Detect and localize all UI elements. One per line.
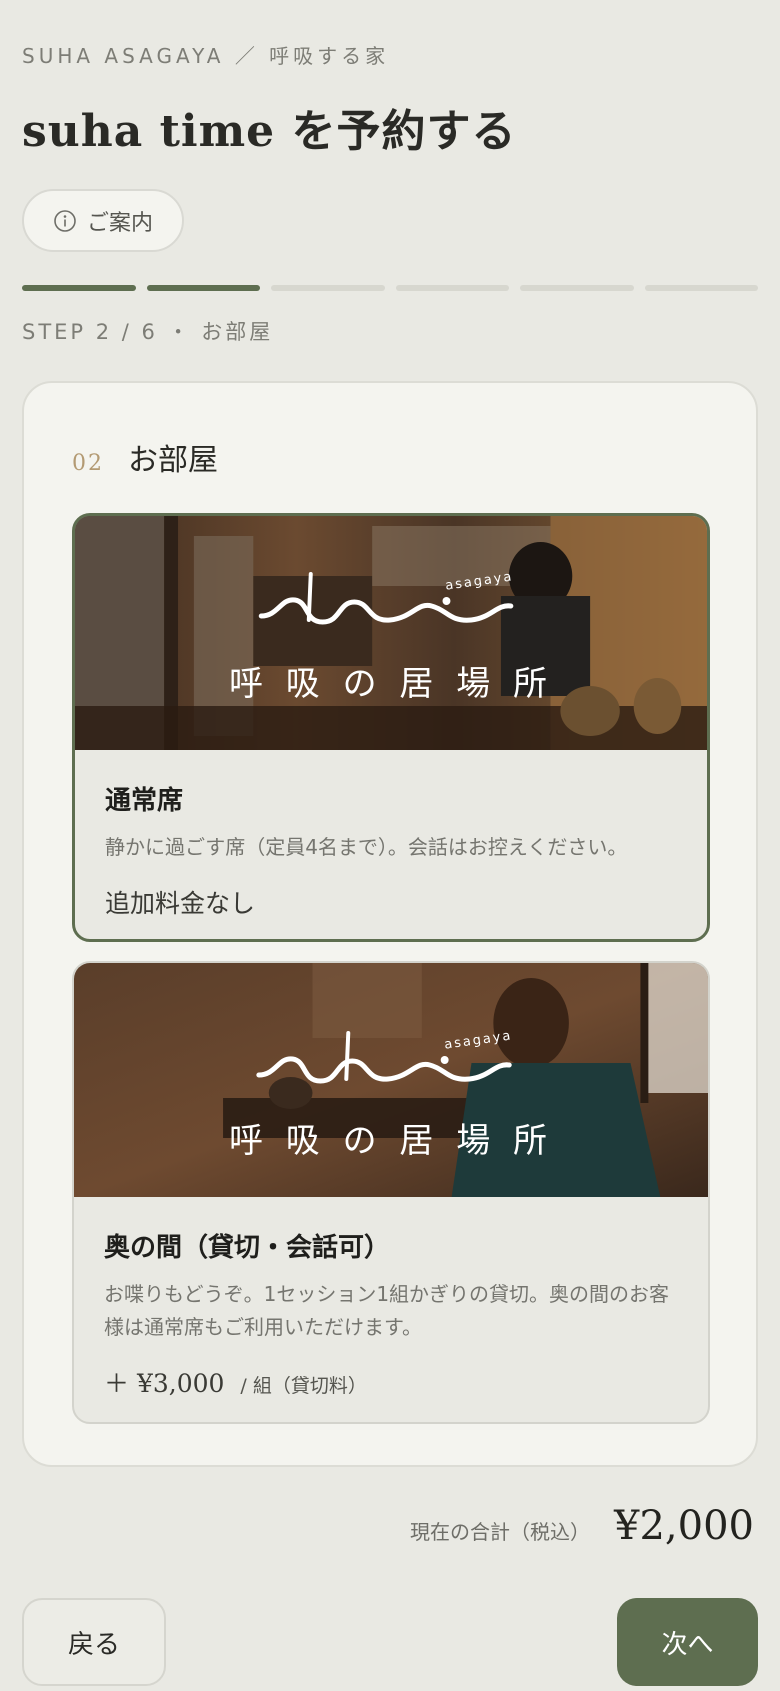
progress-segment-2 bbox=[146, 285, 260, 291]
room-price: ＋ ¥3,000 / 組（貸切料） bbox=[104, 1364, 678, 1400]
progress-segment-5 bbox=[520, 285, 634, 291]
total-value: ¥2,000 bbox=[614, 1503, 754, 1549]
next-button[interactable]: 次へ bbox=[617, 1598, 758, 1686]
section-header: 02 お部屋 bbox=[72, 435, 218, 479]
room-price: 追加料金なし bbox=[105, 889, 256, 918]
section-title: お部屋 bbox=[128, 443, 218, 478]
total-summary: 現在の合計（税込） ¥2,000 bbox=[410, 1503, 754, 1549]
breadcrumb: SUHA ASAGAYA ／ 呼吸する家 bbox=[22, 44, 390, 68]
room-option-private[interactable]: asagaya 呼 吸 の 居 場 所 奥の間（貸切・会話可） お喋りもどうぞ。… bbox=[72, 961, 710, 1424]
price-unit: / 組（貸切料） bbox=[240, 1375, 367, 1397]
price-amount: ¥3,000 bbox=[136, 1369, 225, 1398]
progress-segment-6 bbox=[644, 285, 758, 291]
back-button[interactable]: 戻る bbox=[22, 1598, 166, 1686]
progress-segment-4 bbox=[395, 285, 509, 291]
progress-bar bbox=[22, 285, 758, 291]
step-indicator: STEP 2 / 6 ・ お部屋 bbox=[22, 320, 274, 344]
logo-caption: 呼 吸 の 居 場 所 bbox=[228, 1121, 554, 1161]
room-description: お喋りもどうぞ。1セッション1組かぎりの貸切。奥の間のお客様は通常席もご利用いた… bbox=[104, 1282, 670, 1339]
room-option-regular[interactable]: asagaya 呼 吸 の 居 場 所 通常席 静かに過ごす席（定員4名まで）。… bbox=[72, 513, 710, 942]
room-description: 静かに過ごす席（定員4名まで）。会話はお控えください。 bbox=[105, 835, 628, 859]
progress-segment-1 bbox=[22, 285, 136, 291]
guide-button[interactable]: ご案内 bbox=[22, 189, 184, 252]
room-name: 通常席 bbox=[105, 786, 184, 816]
room-photo: asagaya 呼 吸 の 居 場 所 bbox=[74, 963, 708, 1197]
suha-logo bbox=[258, 572, 514, 625]
room-name: 奥の間（貸切・会話可） bbox=[104, 1233, 391, 1263]
progress-segment-3 bbox=[271, 285, 385, 291]
page-title: suha time を予約する bbox=[22, 106, 517, 157]
section-number: 02 bbox=[72, 451, 104, 476]
price-prefix: ＋ bbox=[104, 1369, 130, 1398]
room-selection-card: 02 お部屋 asagaya 呼 吸 の 居 場 所 通常席 静かに過ごす席（定… bbox=[22, 381, 758, 1467]
room-photo: asagaya 呼 吸 の 居 場 所 bbox=[75, 516, 707, 750]
logo-caption: 呼 吸 の 居 場 所 bbox=[228, 664, 554, 704]
total-label: 現在の合計（税込） bbox=[410, 1520, 591, 1544]
info-icon bbox=[53, 209, 77, 233]
guide-label: ご案内 bbox=[86, 210, 153, 236]
